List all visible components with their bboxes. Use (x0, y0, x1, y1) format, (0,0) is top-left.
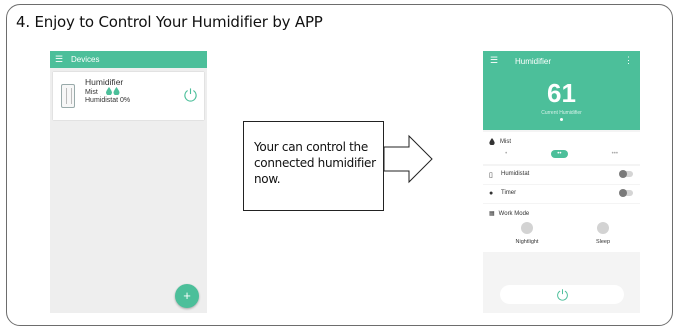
mist-header: Mist (489, 138, 511, 145)
humidifier-title: Humidifier (515, 57, 552, 66)
work-mode-section: ▦ Work Mode Nightlight Sleep (483, 204, 640, 252)
nightlight-icon (521, 222, 533, 234)
device-humidistat-status: Humidistat 0% (85, 97, 131, 104)
humidifier-device-icon (61, 84, 75, 108)
humidifier-control-screen: ☰ Humidifier ⋮ 61 Current Humidifier Mis… (483, 51, 640, 313)
mist-section: Mist • •• ••• (483, 132, 640, 164)
mist-level-medium[interactable]: •• (551, 150, 568, 158)
clock-icon: ● (489, 190, 494, 197)
device-name: Humidifier (85, 77, 124, 87)
humidistat-label: Humidistat (501, 171, 530, 177)
current-humidity-value: 61 (547, 78, 576, 108)
humidistat-row: ▯ Humidistat (483, 166, 640, 184)
arrow-right-icon (383, 134, 433, 184)
sleep-icon (597, 222, 609, 234)
timer-label: Timer (501, 190, 517, 196)
step-title: 4. Enjoy to Control Your Humidifier by A… (16, 13, 323, 31)
water-drop-icon (489, 138, 495, 145)
callout-text: Your can control the connected humidifie… (254, 140, 376, 186)
device-mist-label: Mist (85, 88, 98, 96)
page-indicator (560, 118, 563, 121)
mist-level-high[interactable]: ••• (612, 151, 618, 157)
devices-title: Devices (71, 55, 100, 64)
power-icon (556, 289, 568, 301)
work-mode-label: ▦ Work Mode (489, 210, 529, 217)
current-humidity-caption: Current Humidifier (541, 110, 582, 116)
device-mist-status: Mist (85, 87, 120, 97)
add-device-button[interactable]: + (175, 284, 199, 308)
devices-app-bar: ☰ Devices (50, 51, 207, 68)
mode-nightlight[interactable]: Nightlight (507, 222, 547, 245)
water-drop-icon (105, 87, 120, 97)
mist-label: Mist (500, 138, 511, 145)
sleep-label: Sleep (595, 239, 611, 245)
nightlight-label: Nightlight (515, 239, 539, 245)
power-icon[interactable] (183, 87, 198, 102)
timer-row: ● Timer (483, 185, 640, 203)
menu-icon[interactable]: ☰ (490, 55, 498, 66)
devices-screen: ☰ Devices Humidifier Mist Humidistat 0% … (50, 51, 207, 313)
more-options-icon[interactable]: ⋮ (624, 55, 633, 66)
mist-level-low[interactable]: • (505, 151, 507, 157)
humidifier-header: ☰ Humidifier ⋮ 61 Current Humidifier (483, 51, 640, 130)
menu-icon[interactable]: ☰ (55, 54, 69, 65)
mist-level-selector: • •• ••• (483, 150, 640, 158)
grid-icon: ▦ (489, 211, 495, 217)
humidistat-icon: ▯ (489, 172, 493, 179)
timer-toggle[interactable] (619, 188, 633, 197)
device-card-humidifier[interactable]: Humidifier Mist Humidistat 0% (53, 72, 204, 120)
power-button[interactable] (500, 285, 624, 304)
mode-sleep[interactable]: Sleep (583, 222, 623, 245)
humidistat-toggle[interactable] (619, 169, 633, 178)
work-mode-label-text: Work Mode (498, 211, 530, 217)
